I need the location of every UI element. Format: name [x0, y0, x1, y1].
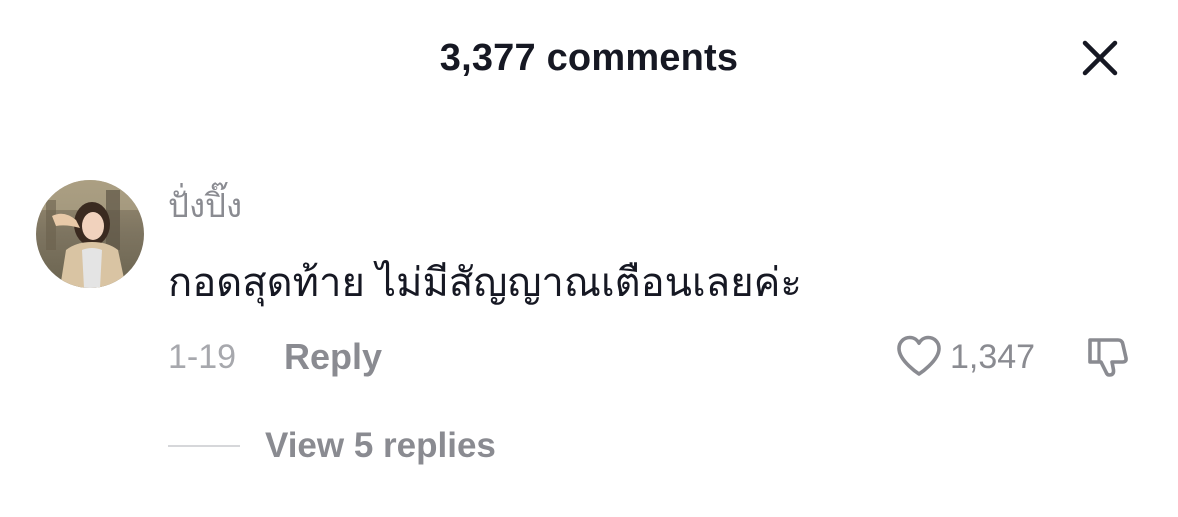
close-icon — [1082, 40, 1118, 76]
close-button[interactable] — [1072, 30, 1128, 86]
dislike-button[interactable] — [1082, 330, 1134, 382]
thumbs-down-icon — [1088, 338, 1128, 377]
comment-username[interactable]: ปั่งปิ๊ง — [168, 184, 242, 228]
replies-divider — [168, 445, 240, 447]
comment-date: 1-19 — [168, 338, 237, 376]
view-replies-button[interactable]: View 5 replies — [265, 422, 496, 470]
reply-button[interactable]: Reply — [284, 334, 382, 380]
heart-outline-icon — [897, 335, 941, 376]
like-count: 1,347 — [950, 338, 1036, 376]
comment-text: กอดสุดท้าย ไม่มีสัญญาณเตือนเลยค่ะ — [168, 261, 802, 305]
comments-count-title: 3,377 comments — [439, 37, 739, 79]
user-avatar — [36, 180, 144, 288]
avatar[interactable] — [36, 180, 144, 288]
like-button[interactable] — [893, 330, 945, 382]
